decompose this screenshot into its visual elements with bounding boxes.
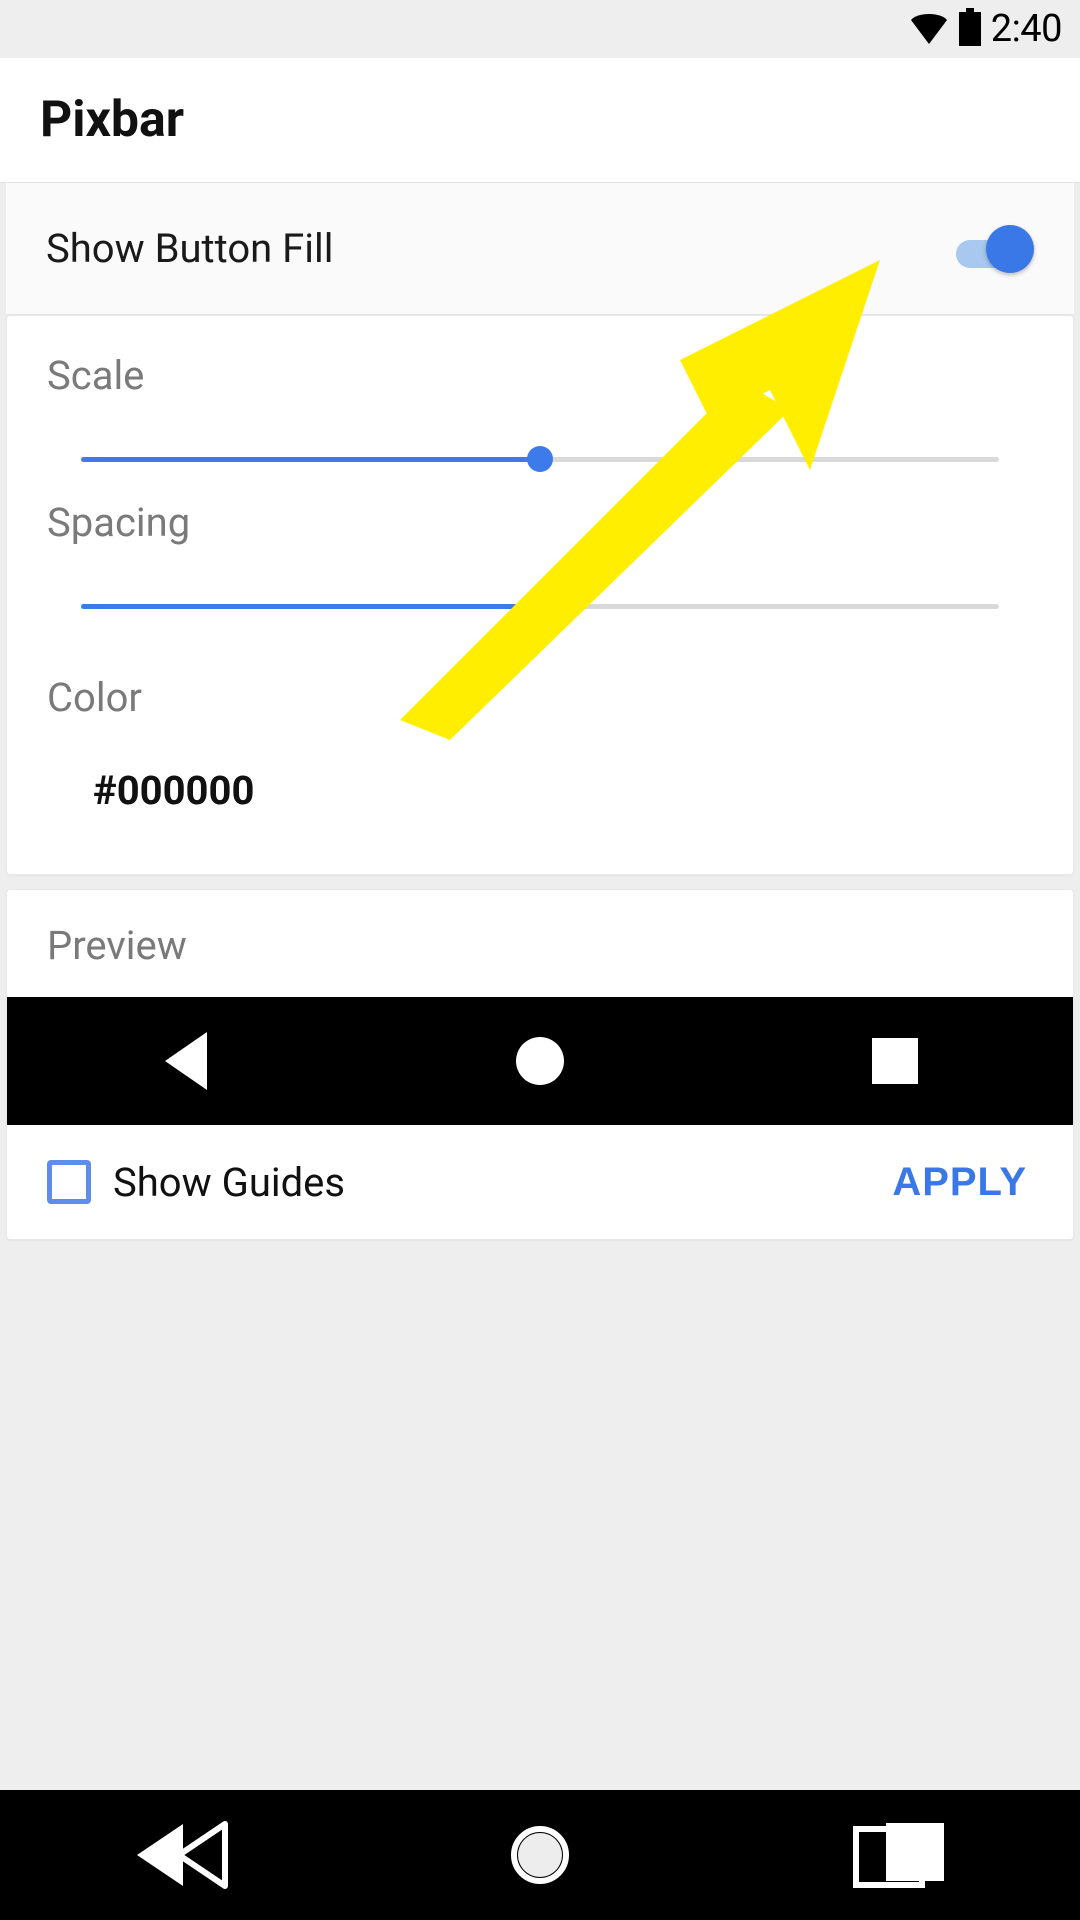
status-time: 2:40 xyxy=(991,7,1062,51)
app-bar: Pixbar xyxy=(0,58,1080,183)
scale-slider[interactable] xyxy=(47,437,1033,481)
preview-back-button xyxy=(65,1030,305,1092)
system-back-button[interactable] xyxy=(50,1818,310,1892)
preview-card: Preview Show Guides APPLY xyxy=(6,889,1074,1240)
wifi-icon xyxy=(909,10,949,48)
app-title: Pixbar xyxy=(40,91,184,149)
spacing-slider[interactable] xyxy=(47,584,1033,628)
scale-slider-thumb[interactable] xyxy=(527,446,553,472)
spacing-label: Spacing xyxy=(47,499,1033,546)
color-label: Color xyxy=(47,674,1033,721)
show-guides-label: Show Guides xyxy=(113,1159,345,1206)
color-value: #000000 xyxy=(47,767,1033,814)
apply-button[interactable]: APPLY xyxy=(886,1150,1033,1215)
spacing-block: Spacing xyxy=(47,499,1033,628)
system-nav-bar xyxy=(0,1790,1080,1920)
preview-home-button xyxy=(420,1035,660,1087)
system-recent-button[interactable] xyxy=(770,1819,1030,1891)
show-guides-row[interactable]: Show Guides xyxy=(47,1159,345,1206)
preview-recent-button xyxy=(775,1034,1015,1088)
settings-card: Scale Spacing Color #000000 xyxy=(6,315,1074,875)
show-guides-checkbox[interactable] xyxy=(47,1160,91,1204)
show-button-fill-label: Show Button Fill xyxy=(46,225,333,272)
preview-label: Preview xyxy=(7,890,1073,997)
show-button-fill-row[interactable]: Show Button Fill xyxy=(6,183,1074,315)
color-block[interactable]: Color #000000 xyxy=(7,674,1073,874)
show-button-fill-switch[interactable] xyxy=(956,231,1034,267)
scale-label: Scale xyxy=(47,352,1033,399)
system-home-button[interactable] xyxy=(410,1826,670,1884)
spacing-slider-thumb[interactable] xyxy=(527,593,553,619)
preview-nav-bar xyxy=(7,997,1073,1125)
scale-block: Scale xyxy=(47,352,1033,481)
battery-icon xyxy=(959,8,981,50)
status-bar: 2:40 xyxy=(0,0,1080,58)
